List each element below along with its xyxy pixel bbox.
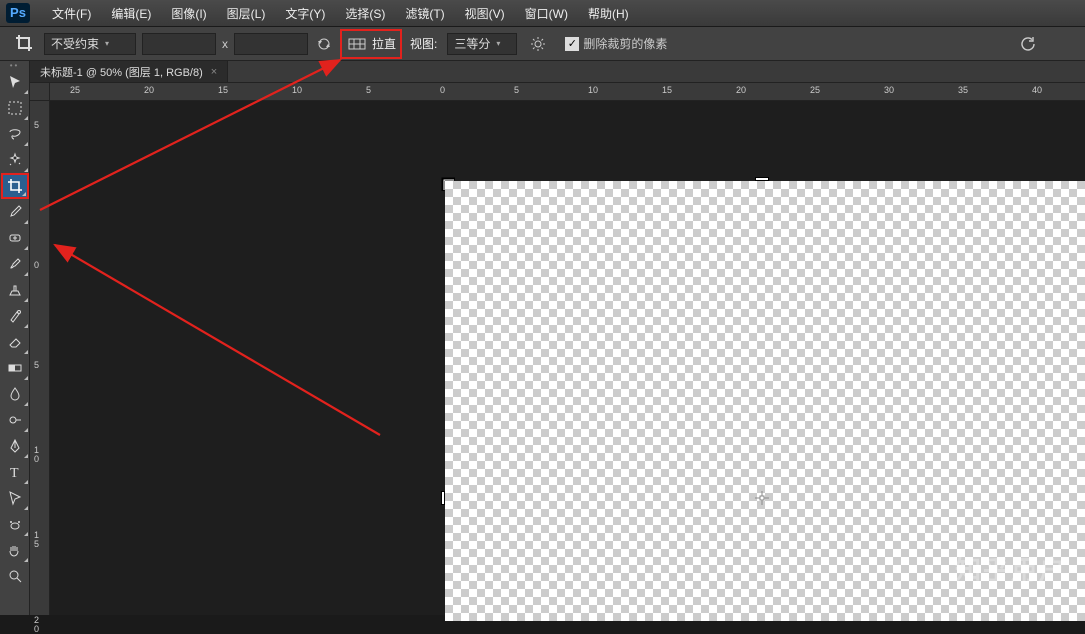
app-logo: Ps bbox=[6, 3, 30, 23]
pen-tool[interactable] bbox=[1, 433, 29, 459]
document-tab-title: 未标题-1 @ 50% (图层 1, RGB/8) bbox=[40, 64, 203, 80]
options-bar: 不受约束 ▾ x 拉直 视图: 三等分 ▾ ✓ 删除裁剪的像素 bbox=[0, 27, 1085, 61]
menu-help[interactable]: 帮助(H) bbox=[578, 5, 639, 22]
eraser-tool[interactable] bbox=[1, 329, 29, 355]
menu-window[interactable]: 窗口(W) bbox=[515, 5, 578, 22]
ruler-h-tick: 30 bbox=[884, 85, 894, 95]
move-tool[interactable] bbox=[1, 69, 29, 95]
dodge-tool[interactable] bbox=[1, 407, 29, 433]
ruler-h-tick: 5 bbox=[366, 85, 371, 95]
straighten-highlight: 拉直 bbox=[340, 29, 402, 59]
dimension-separator: x bbox=[222, 37, 228, 51]
lasso-tool[interactable] bbox=[1, 121, 29, 147]
ruler-v-tick: 1 5 bbox=[34, 531, 39, 549]
reset-crop-icon[interactable] bbox=[1005, 33, 1055, 55]
healing-brush-tool[interactable] bbox=[1, 225, 29, 251]
view-label: 视图: bbox=[410, 35, 437, 52]
menu-layer[interactable]: 图层(L) bbox=[217, 5, 276, 22]
svg-text:T: T bbox=[10, 466, 19, 481]
straighten-grid-icon[interactable] bbox=[346, 33, 368, 55]
eyedropper-tool[interactable] bbox=[1, 199, 29, 225]
ruler-horizontal[interactable]: 25 20 15 10 5 0 5 10 15 20 25 30 35 40 bbox=[50, 83, 1085, 101]
crop-handle-tc[interactable] bbox=[755, 177, 765, 187]
dropdown-caret-icon: ▾ bbox=[496, 39, 500, 48]
hand-tool[interactable] bbox=[1, 537, 29, 563]
clone-stamp-tool[interactable] bbox=[1, 277, 29, 303]
menu-filter[interactable]: 滤镜(T) bbox=[395, 5, 454, 22]
shape-tool[interactable] bbox=[1, 511, 29, 537]
crop-width-input[interactable] bbox=[142, 33, 216, 55]
history-brush-tool[interactable] bbox=[1, 303, 29, 329]
menu-view[interactable]: 视图(V) bbox=[455, 5, 515, 22]
path-selection-tool[interactable] bbox=[1, 485, 29, 511]
ruler-vertical[interactable]: 5051 01 52 0 bbox=[30, 101, 50, 615]
ruler-h-tick: 25 bbox=[810, 85, 820, 95]
ruler-h-tick: 15 bbox=[662, 85, 672, 95]
menu-image[interactable]: 图像(I) bbox=[161, 5, 216, 22]
menu-type[interactable]: 文字(Y) bbox=[275, 5, 335, 22]
ruler-h-tick: 35 bbox=[958, 85, 968, 95]
ruler-h-tick: 10 bbox=[588, 85, 598, 95]
crop-tool-indicator-icon bbox=[14, 33, 36, 55]
crop-handle-ml[interactable] bbox=[441, 491, 451, 501]
delete-cropped-checkbox[interactable]: ✓ bbox=[565, 37, 579, 51]
ruler-v-tick: 2 0 bbox=[34, 616, 39, 634]
menu-select[interactable]: 选择(S) bbox=[335, 5, 395, 22]
type-tool[interactable]: T bbox=[1, 459, 29, 485]
brush-tool[interactable] bbox=[1, 251, 29, 277]
ruler-v-tick: 5 bbox=[34, 121, 39, 130]
menu-edit[interactable]: 编辑(E) bbox=[101, 5, 161, 22]
crop-center-icon[interactable] bbox=[755, 491, 765, 501]
delete-cropped-label: 删除裁剪的像素 bbox=[583, 35, 667, 52]
ruler-h-tick: 5 bbox=[514, 85, 519, 95]
blur-tool[interactable] bbox=[1, 381, 29, 407]
crop-tool[interactable] bbox=[1, 173, 29, 199]
overlay-view-value: 三等分 bbox=[454, 35, 490, 52]
overlay-view-dropdown[interactable]: 三等分 ▾ bbox=[447, 33, 517, 55]
document-tab[interactable]: 未标题-1 @ 50% (图层 1, RGB/8) × bbox=[30, 61, 228, 82]
ruler-origin[interactable] bbox=[30, 83, 50, 101]
ruler-h-tick: 40 bbox=[1032, 85, 1042, 95]
ruler-h-tick: 25 bbox=[70, 85, 80, 95]
ruler-v-tick: 5 bbox=[34, 361, 39, 370]
canvas-viewport[interactable] bbox=[50, 101, 1085, 615]
ruler-v-tick: 0 bbox=[34, 261, 39, 270]
swap-dimensions-icon[interactable] bbox=[314, 34, 334, 54]
aspect-constraint-dropdown[interactable]: 不受约束 ▾ bbox=[44, 33, 136, 55]
crop-options-gear-icon[interactable] bbox=[527, 33, 549, 55]
document-area: 2520151050510152025303540 5051 01 52 0 bbox=[30, 83, 1085, 615]
ruler-h-tick: 0 bbox=[440, 85, 445, 95]
straighten-button[interactable]: 拉直 bbox=[372, 35, 396, 52]
aspect-constraint-value: 不受约束 bbox=[51, 35, 99, 52]
crop-handle-tl[interactable] bbox=[443, 179, 453, 189]
menu-bar: Ps 文件(F) 编辑(E) 图像(I) 图层(L) 文字(Y) 选择(S) 滤… bbox=[0, 0, 1085, 27]
ruler-v-tick: 1 0 bbox=[34, 446, 39, 464]
close-tab-icon[interactable]: × bbox=[211, 66, 217, 78]
tools-panel: •• T bbox=[0, 61, 30, 615]
magic-wand-tool[interactable] bbox=[1, 147, 29, 173]
ruler-h-tick: 20 bbox=[144, 85, 154, 95]
ruler-h-tick: 10 bbox=[292, 85, 302, 95]
ruler-h-tick: 15 bbox=[218, 85, 228, 95]
dropdown-caret-icon: ▾ bbox=[105, 39, 109, 48]
ruler-h-tick: 20 bbox=[736, 85, 746, 95]
document-tab-bar: 未标题-1 @ 50% (图层 1, RGB/8) × bbox=[30, 61, 1085, 83]
toolbar-grip-icon[interactable]: •• bbox=[0, 61, 29, 69]
zoom-tool[interactable] bbox=[1, 563, 29, 589]
menu-file[interactable]: 文件(F) bbox=[42, 5, 101, 22]
gradient-tool[interactable] bbox=[1, 355, 29, 381]
watermark: 知乎用户 bbox=[955, 550, 1067, 587]
marquee-tool[interactable] bbox=[1, 95, 29, 121]
crop-height-input[interactable] bbox=[234, 33, 308, 55]
